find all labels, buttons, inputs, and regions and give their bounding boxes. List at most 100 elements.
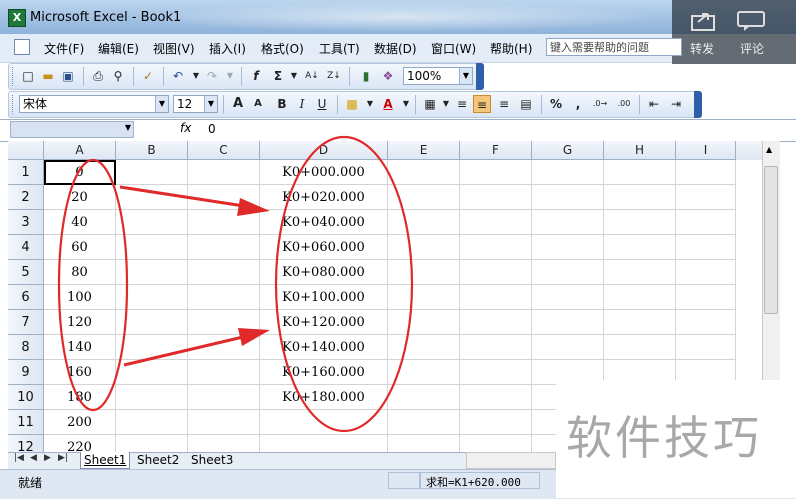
cell-e8[interactable] [388,335,460,360]
save-icon[interactable]: ▣ [59,67,77,85]
cell-d12[interactable] [260,435,388,452]
cell-e9[interactable] [388,360,460,385]
sheet-tab-2[interactable]: Sheet2 [134,452,182,468]
help-search-input[interactable]: 键入需要帮助的问题 [546,38,682,56]
zoom-select[interactable]: 100% ▼ [403,67,473,85]
share-label[interactable]: 转发 [690,40,714,57]
underline-button[interactable]: U [313,95,331,113]
cell-b11[interactable] [116,410,188,435]
cell-f4[interactable] [460,235,532,260]
cell-c5[interactable] [188,260,260,285]
row-header[interactable]: 1 [8,160,44,185]
insert-function-icon[interactable]: f [247,67,265,85]
drawing-icon[interactable]: ❖ [379,67,397,85]
font-size-dropdown-icon[interactable]: ▼ [204,96,217,112]
menu-view[interactable]: 视图(V) [153,40,195,57]
cell-e3[interactable] [388,210,460,235]
cell-b5[interactable] [116,260,188,285]
cell-d6[interactable]: K0+100.000 [260,285,388,310]
cell-a3[interactable]: 40 [44,210,116,235]
cell-a1[interactable]: 0 [44,160,116,185]
cell-i2[interactable] [676,185,736,210]
cell-f9[interactable] [460,360,532,385]
cell-f3[interactable] [460,210,532,235]
cell-c8[interactable] [188,335,260,360]
cell-h7[interactable] [604,310,676,335]
cell-e10[interactable] [388,385,460,410]
undo-icon[interactable]: ↶ [169,67,187,85]
cell-g4[interactable] [532,235,604,260]
sort-descending-icon[interactable]: Z↓ [325,67,343,85]
cell-b12[interactable] [116,435,188,452]
column-header-b[interactable]: B [116,141,188,160]
cell-g3[interactable] [532,210,604,235]
menu-window[interactable]: 窗口(W) [431,40,476,57]
cell-h4[interactable] [604,235,676,260]
column-header-a[interactable]: A [44,141,116,160]
cell-c2[interactable] [188,185,260,210]
decrease-indent-icon[interactable]: ⇤ [645,95,663,113]
cell-a4[interactable]: 60 [44,235,116,260]
font-size-select[interactable]: 12 ▼ [173,95,218,113]
cell-a6[interactable]: 100 [44,285,116,310]
open-icon[interactable]: ▬ [39,67,57,85]
grow-font-icon[interactable]: A [229,95,247,113]
row-header[interactable]: 10 [8,385,44,410]
first-sheet-icon[interactable]: |◀ [14,453,24,463]
next-sheet-icon[interactable]: ▶ [44,453,51,463]
merge-center-icon[interactable]: ▤ [517,95,535,113]
row-header[interactable]: 2 [8,185,44,210]
select-all-corner[interactable] [8,141,44,160]
cell-a7[interactable]: 120 [44,310,116,335]
row-header[interactable]: 12 [8,435,44,452]
cell-g7[interactable] [532,310,604,335]
last-sheet-icon[interactable]: ▶| [58,453,68,463]
column-header-c[interactable]: C [188,141,260,160]
cell-f5[interactable] [460,260,532,285]
redo-dropdown-icon[interactable]: ▼ [221,67,239,85]
new-icon[interactable]: □ [19,67,37,85]
cell-b4[interactable] [116,235,188,260]
cell-b2[interactable] [116,185,188,210]
sort-ascending-icon[interactable]: A↓ [303,67,321,85]
cell-e11[interactable] [388,410,460,435]
row-header[interactable]: 9 [8,360,44,385]
cell-g6[interactable] [532,285,604,310]
doc-menu-icon[interactable] [14,39,30,55]
comment-label[interactable]: 评论 [740,40,764,57]
cell-a10[interactable]: 180 [44,385,116,410]
cell-d10[interactable]: K0+180.000 [260,385,388,410]
align-left-icon[interactable]: ≡ [453,95,471,113]
row-header[interactable]: 4 [8,235,44,260]
spelling-icon[interactable]: ✓ [139,67,157,85]
cell-a9[interactable]: 160 [44,360,116,385]
formula-input[interactable]: 0 [208,122,216,136]
cell-g8[interactable] [532,335,604,360]
horizontal-scrollbar[interactable] [466,452,556,469]
cell-f1[interactable] [460,160,532,185]
cell-g2[interactable] [532,185,604,210]
cell-a8[interactable]: 140 [44,335,116,360]
cell-b3[interactable] [116,210,188,235]
excel-app-icon[interactable]: X [8,9,26,27]
menu-edit[interactable]: 编辑(E) [98,40,139,57]
decrease-decimal-icon[interactable]: .00 [615,95,633,113]
cell-g1[interactable] [532,160,604,185]
cell-f2[interactable] [460,185,532,210]
cell-c11[interactable] [188,410,260,435]
cell-c6[interactable] [188,285,260,310]
cell-h1[interactable] [604,160,676,185]
name-box-dropdown-icon[interactable]: ▼ [125,123,131,132]
comment-icon[interactable] [734,8,770,32]
cell-e4[interactable] [388,235,460,260]
toolbar-options-icon[interactable] [476,63,484,90]
cell-d9[interactable]: K0+160.000 [260,360,388,385]
cell-i4[interactable] [676,235,736,260]
cell-e1[interactable] [388,160,460,185]
cell-d2[interactable]: K0+020.000 [260,185,388,210]
cell-i8[interactable] [676,335,736,360]
cell-i1[interactable] [676,160,736,185]
font-color-icon[interactable]: A [379,95,397,113]
cell-b1[interactable] [116,160,188,185]
cell-e7[interactable] [388,310,460,335]
